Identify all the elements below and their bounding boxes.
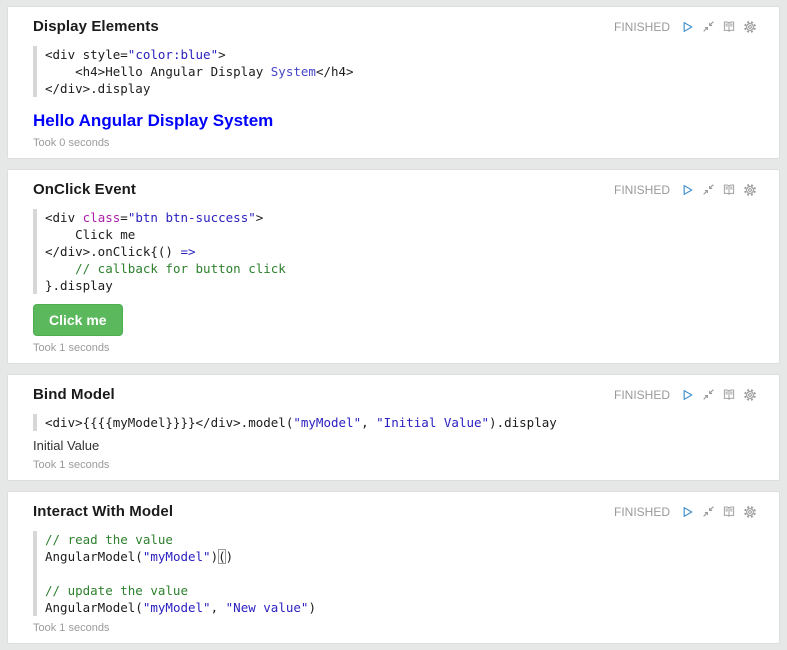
gear-icon[interactable] xyxy=(743,388,757,402)
code-token xyxy=(45,261,75,276)
output-click-me-button[interactable]: Click me xyxy=(33,304,123,336)
took-label: Took 1 seconds xyxy=(33,342,757,355)
code-line xyxy=(45,565,757,582)
book-icon[interactable] xyxy=(722,20,736,34)
code-token: "myModel" xyxy=(293,415,361,430)
code-token: </div>.display xyxy=(45,81,150,96)
took-label: Took 1 seconds xyxy=(33,459,757,472)
code-token: "myModel" xyxy=(143,600,211,615)
code-token: > xyxy=(218,47,226,62)
code-token: AngularModel( xyxy=(45,600,143,615)
status-badge: FINISHED xyxy=(614,20,670,34)
code-token: "color:blue" xyxy=(128,47,218,62)
gear-icon[interactable] xyxy=(743,183,757,197)
took-label: Took 0 seconds xyxy=(33,137,757,150)
code-line: <div class="btn btn-success"> xyxy=(45,209,757,226)
code-token: <h4>Hello Angular Display xyxy=(45,64,271,79)
paragraph-controls: FINISHED xyxy=(614,183,757,197)
paragraph-header: Display Elements FINISHED xyxy=(33,17,757,36)
book-icon[interactable] xyxy=(722,505,736,519)
code-line: <h4>Hello Angular Display System</h4> xyxy=(45,63,757,80)
shrink-icon[interactable] xyxy=(701,20,715,34)
code-line: </div>.display xyxy=(45,80,757,97)
paragraph-cell: Display Elements FINISHED <div style="colo… xyxy=(7,6,780,159)
code-line: </div>.onClick{() => xyxy=(45,243,757,260)
code-token: System xyxy=(271,64,316,79)
play-icon[interactable] xyxy=(680,388,694,402)
code-token: ) xyxy=(308,600,316,615)
paragraph-controls: FINISHED xyxy=(614,20,757,34)
code-token: ) xyxy=(226,549,234,564)
paragraph-title: OnClick Event xyxy=(33,180,136,199)
code-token: , xyxy=(361,415,376,430)
code-token: class xyxy=(83,210,121,225)
code-line: AngularModel("myModel")() xyxy=(45,548,757,565)
code-token: "New value" xyxy=(226,600,309,615)
code-token: ( xyxy=(218,549,226,564)
gear-icon[interactable] xyxy=(743,505,757,519)
code-token: // read the value xyxy=(45,532,173,547)
code-token: "Initial Value" xyxy=(376,415,489,430)
play-icon[interactable] xyxy=(680,20,694,34)
code-token: // callback for button click xyxy=(75,261,286,276)
paragraph-controls: FINISHED xyxy=(614,388,757,402)
notebook: Display Elements FINISHED <div style="colo… xyxy=(0,0,787,650)
shrink-icon[interactable] xyxy=(701,505,715,519)
paragraph-header: Interact With Model FINISHED xyxy=(33,502,757,521)
code-token: <div xyxy=(45,210,83,225)
paragraph-title: Bind Model xyxy=(33,385,115,404)
code-token: Click me xyxy=(45,227,135,242)
code-token: <div style= xyxy=(45,47,128,62)
code-editor[interactable]: <div>{{{{myModel}}}}</div>.model("myMode… xyxy=(33,414,757,431)
status-badge: FINISHED xyxy=(614,505,670,519)
paragraph-cell: Bind Model FINISHED <div>{{{{myModel}}}}</… xyxy=(7,374,780,481)
code-token: => xyxy=(180,244,195,259)
code-token: </h4> xyxy=(316,64,354,79)
code-line: }.display xyxy=(45,277,757,294)
code-token: "btn btn-success" xyxy=(128,210,256,225)
code-token: > xyxy=(256,210,264,225)
paragraph-controls: FINISHED xyxy=(614,505,757,519)
play-icon[interactable] xyxy=(680,505,694,519)
took-label: Took 1 seconds xyxy=(33,622,757,635)
output-heading: Hello Angular Display System xyxy=(33,111,757,131)
code-token: <div>{{{{myModel}}}}</div>.model( xyxy=(45,415,293,430)
book-icon[interactable] xyxy=(722,183,736,197)
paragraph-title: Interact With Model xyxy=(33,502,173,521)
gear-icon[interactable] xyxy=(743,20,757,34)
code-token: "myModel" xyxy=(143,549,211,564)
code-token: ) xyxy=(211,549,219,564)
code-editor[interactable]: <div class="btn btn-success"> Click me</… xyxy=(33,209,757,294)
paragraph-cell: Interact With Model FINISHED // read the v… xyxy=(7,491,780,644)
paragraph-header: Bind Model FINISHED xyxy=(33,385,757,404)
status-badge: FINISHED xyxy=(614,183,670,197)
code-line: <div style="color:blue"> xyxy=(45,46,757,63)
play-icon[interactable] xyxy=(680,183,694,197)
paragraph-title: Display Elements xyxy=(33,17,159,36)
code-line: // read the value xyxy=(45,531,757,548)
code-token: </div>.onClick{() xyxy=(45,244,180,259)
code-line: // callback for button click xyxy=(45,260,757,277)
code-line: <div>{{{{myModel}}}}</div>.model("myMode… xyxy=(45,414,757,431)
code-token: , xyxy=(211,600,226,615)
code-line: // update the value xyxy=(45,582,757,599)
code-editor[interactable]: <div style="color:blue"> <h4>Hello Angul… xyxy=(33,46,757,97)
code-token: AngularModel( xyxy=(45,549,143,564)
code-token: ).display xyxy=(489,415,557,430)
code-token: }.display xyxy=(45,278,113,293)
code-token xyxy=(45,566,53,581)
code-token: = xyxy=(120,210,128,225)
shrink-icon[interactable] xyxy=(701,183,715,197)
code-line: Click me xyxy=(45,226,757,243)
shrink-icon[interactable] xyxy=(701,388,715,402)
book-icon[interactable] xyxy=(722,388,736,402)
code-editor[interactable]: // read the valueAngularModel("myModel")… xyxy=(33,531,757,616)
status-badge: FINISHED xyxy=(614,388,670,402)
paragraph-header: OnClick Event FINISHED xyxy=(33,180,757,199)
code-token: // update the value xyxy=(45,583,188,598)
code-line: AngularModel("myModel", "New value") xyxy=(45,599,757,616)
paragraph-cell: OnClick Event FINISHED <div class="btn btn… xyxy=(7,169,780,364)
output-text: Initial Value xyxy=(33,438,757,453)
